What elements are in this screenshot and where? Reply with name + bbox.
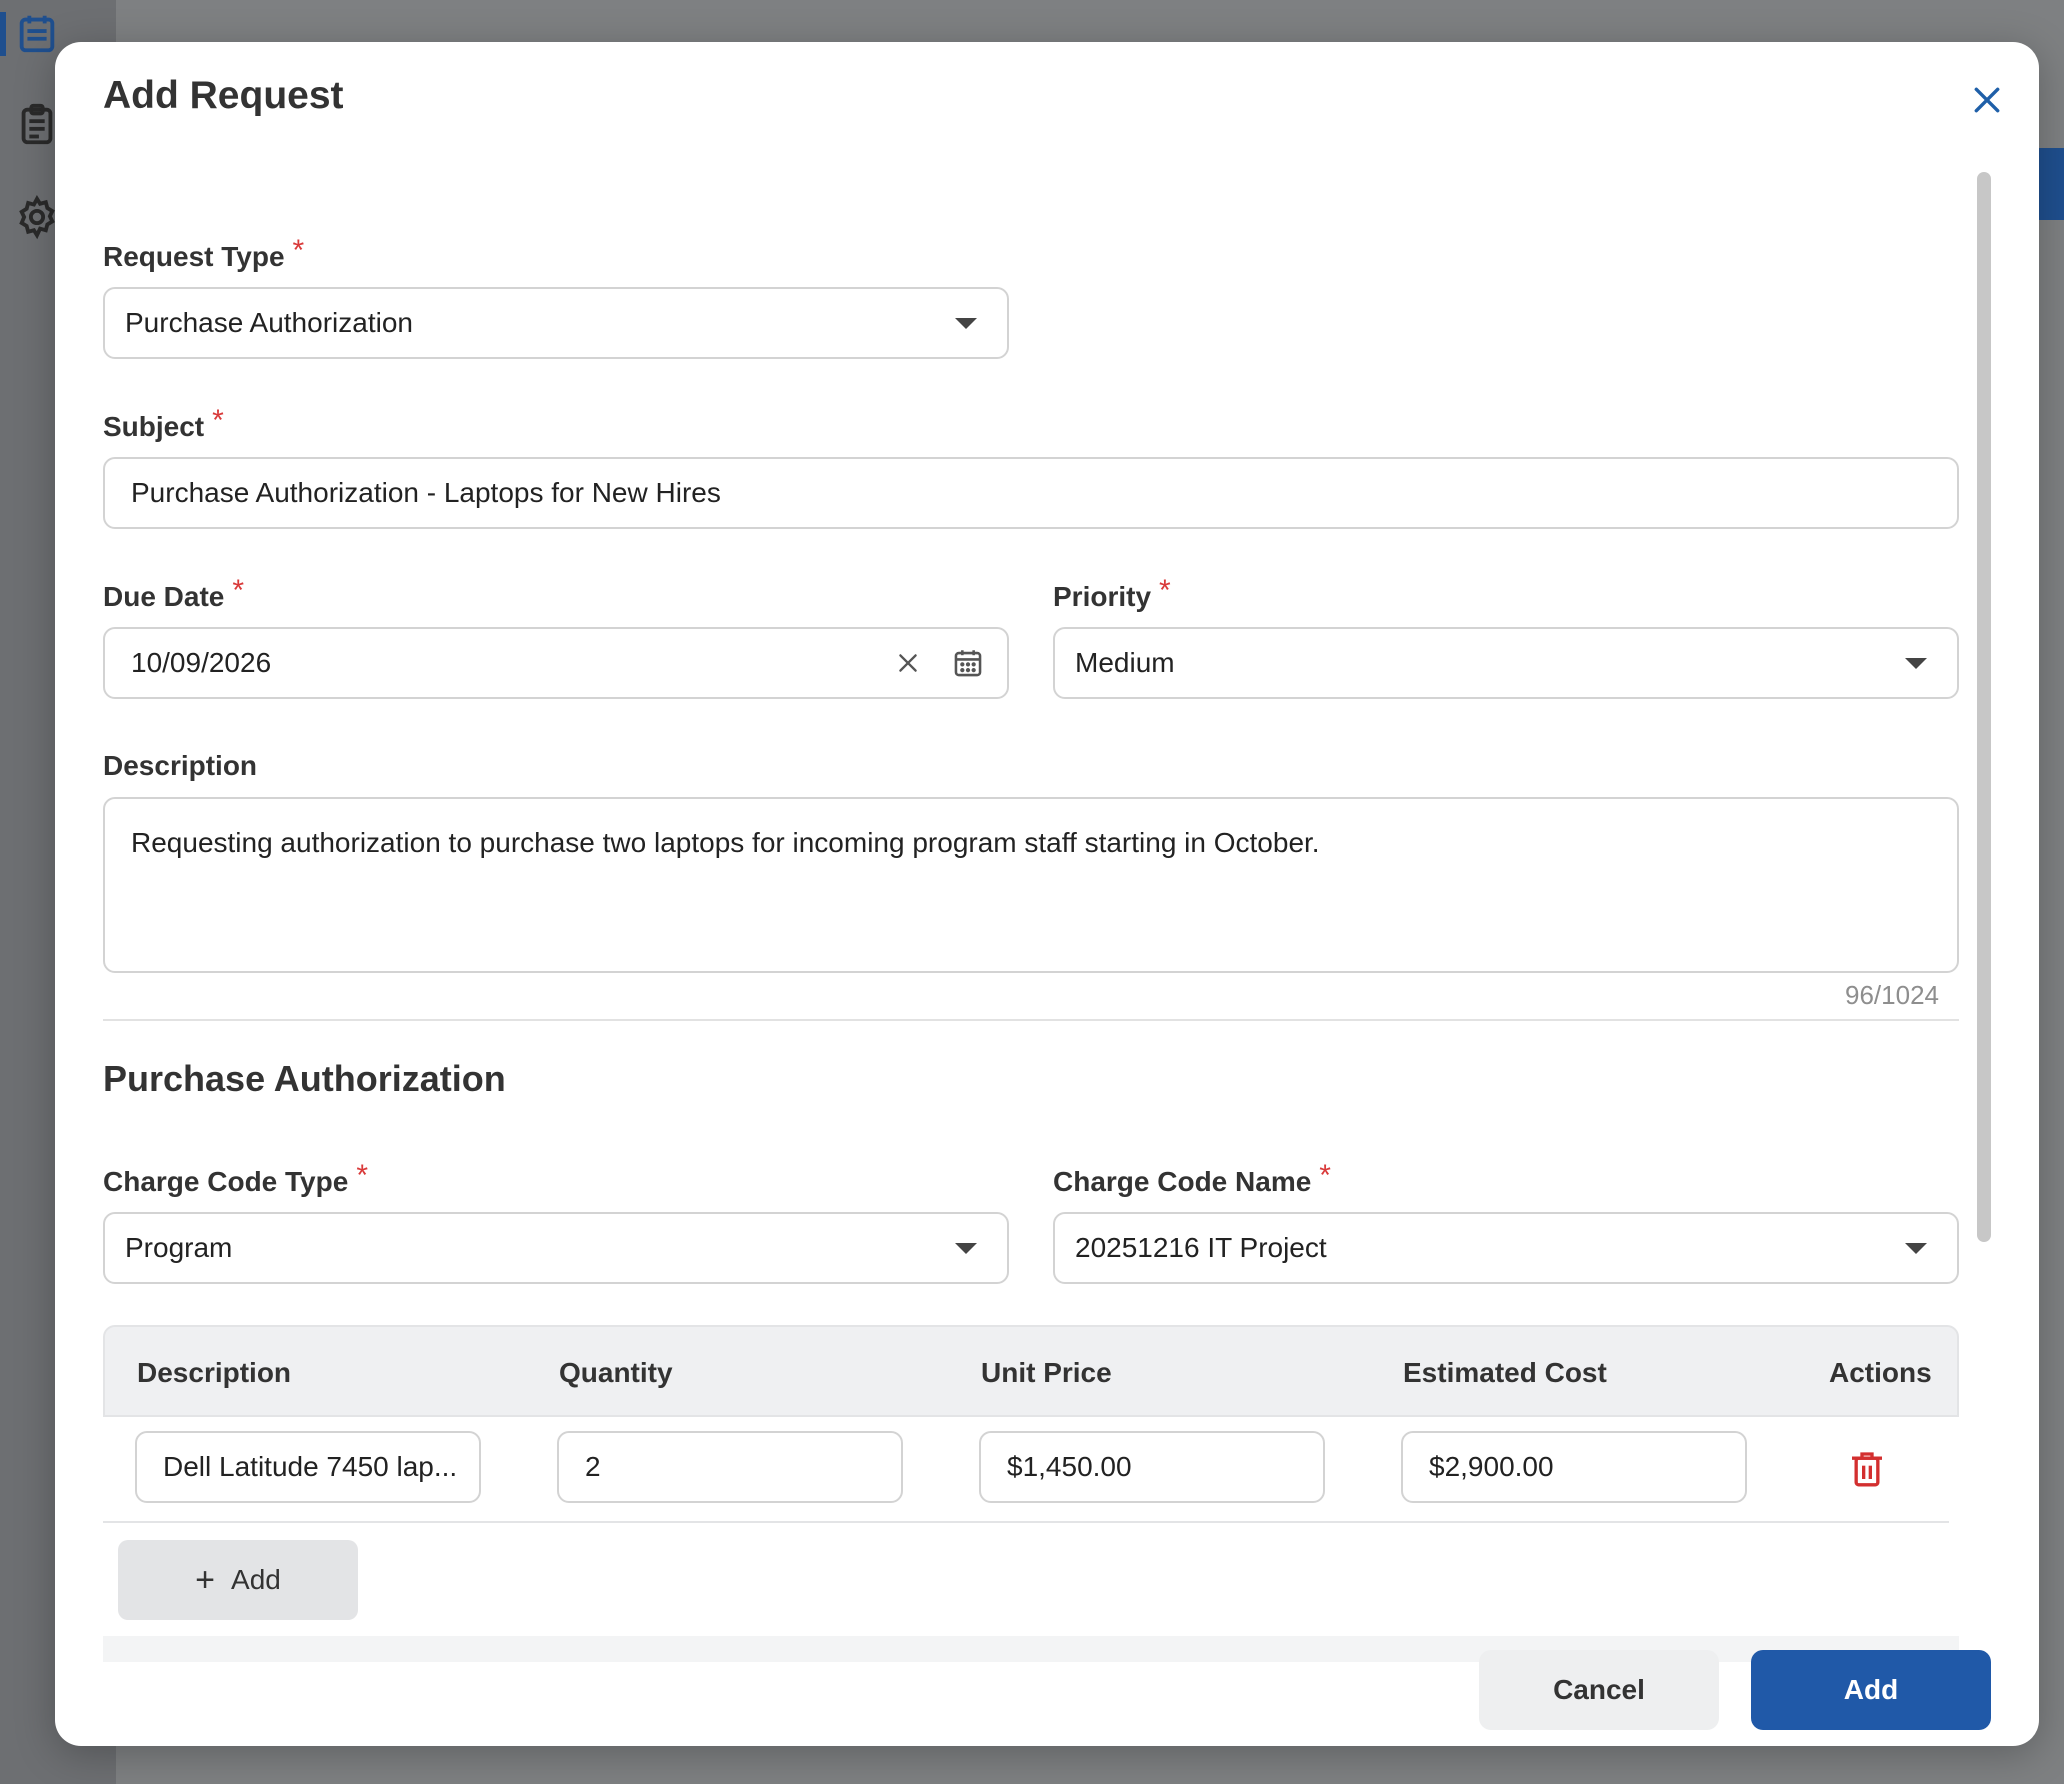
chevron-down-icon xyxy=(955,1242,977,1254)
gear-icon[interactable] xyxy=(14,194,60,240)
line-item-description-input[interactable]: Dell Latitude 7450 lap... xyxy=(135,1431,481,1503)
active-nav-indicator xyxy=(0,12,6,56)
scrollbar-thumb[interactable] xyxy=(1977,172,1991,1242)
plus-icon: + xyxy=(195,1561,216,1599)
charge-code-type-value: Program xyxy=(125,1232,233,1263)
calendar-picker-icon[interactable] xyxy=(951,646,985,680)
add-button[interactable]: Add xyxy=(1751,1650,1991,1730)
charge-code-name-select[interactable]: 20251216 IT Project xyxy=(1053,1212,1959,1284)
line-item-unit-price-input[interactable]: $1,450.00 xyxy=(979,1431,1325,1503)
request-type-label: Request Type * xyxy=(103,234,305,272)
charge-code-type-select[interactable]: Program xyxy=(103,1212,1009,1284)
column-header-quantity: Quantity xyxy=(559,1357,673,1388)
table-row: Dell Latitude 7450 lap... 2 $1,450.00 $2… xyxy=(103,1417,1949,1523)
clear-date-icon[interactable] xyxy=(895,650,921,676)
cancel-button[interactable]: Cancel xyxy=(1479,1650,1719,1730)
description-label: Description xyxy=(103,750,258,781)
due-date-input[interactable]: 10/09/2026 xyxy=(103,627,1009,699)
column-header-unit-price: Unit Price xyxy=(981,1357,1112,1388)
column-header-estimated-cost: Estimated Cost xyxy=(1403,1357,1607,1388)
due-date-value: 10/09/2026 xyxy=(131,647,272,678)
modal-body: Request Type * Purchase Authorization Sub… xyxy=(103,192,1959,1662)
line-item-quantity-input[interactable]: 2 xyxy=(557,1431,903,1503)
request-type-select[interactable]: Purchase Authorization xyxy=(103,287,1009,359)
section-divider xyxy=(103,1019,1959,1021)
add-line-item-label: Add xyxy=(231,1564,281,1595)
chevron-down-icon xyxy=(955,317,977,329)
close-icon xyxy=(1971,84,2003,121)
calendar-icon[interactable] xyxy=(14,10,60,56)
priority-label: Priority * xyxy=(1053,574,1171,612)
trash-icon[interactable] xyxy=(1847,1449,1887,1489)
line-items-table-header: Description Quantity Unit Price Estimate… xyxy=(103,1325,1959,1417)
charge-code-type-label: Charge Code Type * xyxy=(103,1159,368,1197)
column-header-actions: Actions xyxy=(1829,1357,1932,1388)
description-textarea[interactable]: Requesting authorization to purchase two… xyxy=(103,797,1959,973)
subject-value: Purchase Authorization - Laptops for New… xyxy=(131,477,721,508)
due-date-label: Due Date * xyxy=(103,574,245,612)
chevron-down-icon xyxy=(1905,657,1927,669)
charge-code-name-value: 20251216 IT Project xyxy=(1075,1232,1327,1263)
add-request-modal: Add Request Request Type * Purchase Autho… xyxy=(55,42,2039,1746)
line-item-estimated-cost-input[interactable]: $2,900.00 xyxy=(1401,1431,1747,1503)
request-type-value: Purchase Authorization xyxy=(125,307,413,338)
charge-code-name-label: Charge Code Name * xyxy=(1053,1159,1331,1197)
character-counter: 96/1024 xyxy=(1845,980,1939,1010)
clipboard-icon[interactable] xyxy=(14,102,60,148)
subject-label: Subject * xyxy=(103,404,224,442)
column-header-description: Description xyxy=(137,1357,292,1388)
subject-input[interactable]: Purchase Authorization - Laptops for New… xyxy=(103,457,1959,529)
priority-select[interactable]: Medium xyxy=(1053,627,1959,699)
priority-value: Medium xyxy=(1075,647,1175,678)
add-line-item-button[interactable]: + Add xyxy=(118,1540,358,1620)
section-title: Purchase Authorization xyxy=(103,1058,506,1099)
modal-title: Add Request xyxy=(103,74,344,117)
close-button[interactable] xyxy=(1961,76,2013,128)
chevron-down-icon xyxy=(1905,1242,1927,1254)
